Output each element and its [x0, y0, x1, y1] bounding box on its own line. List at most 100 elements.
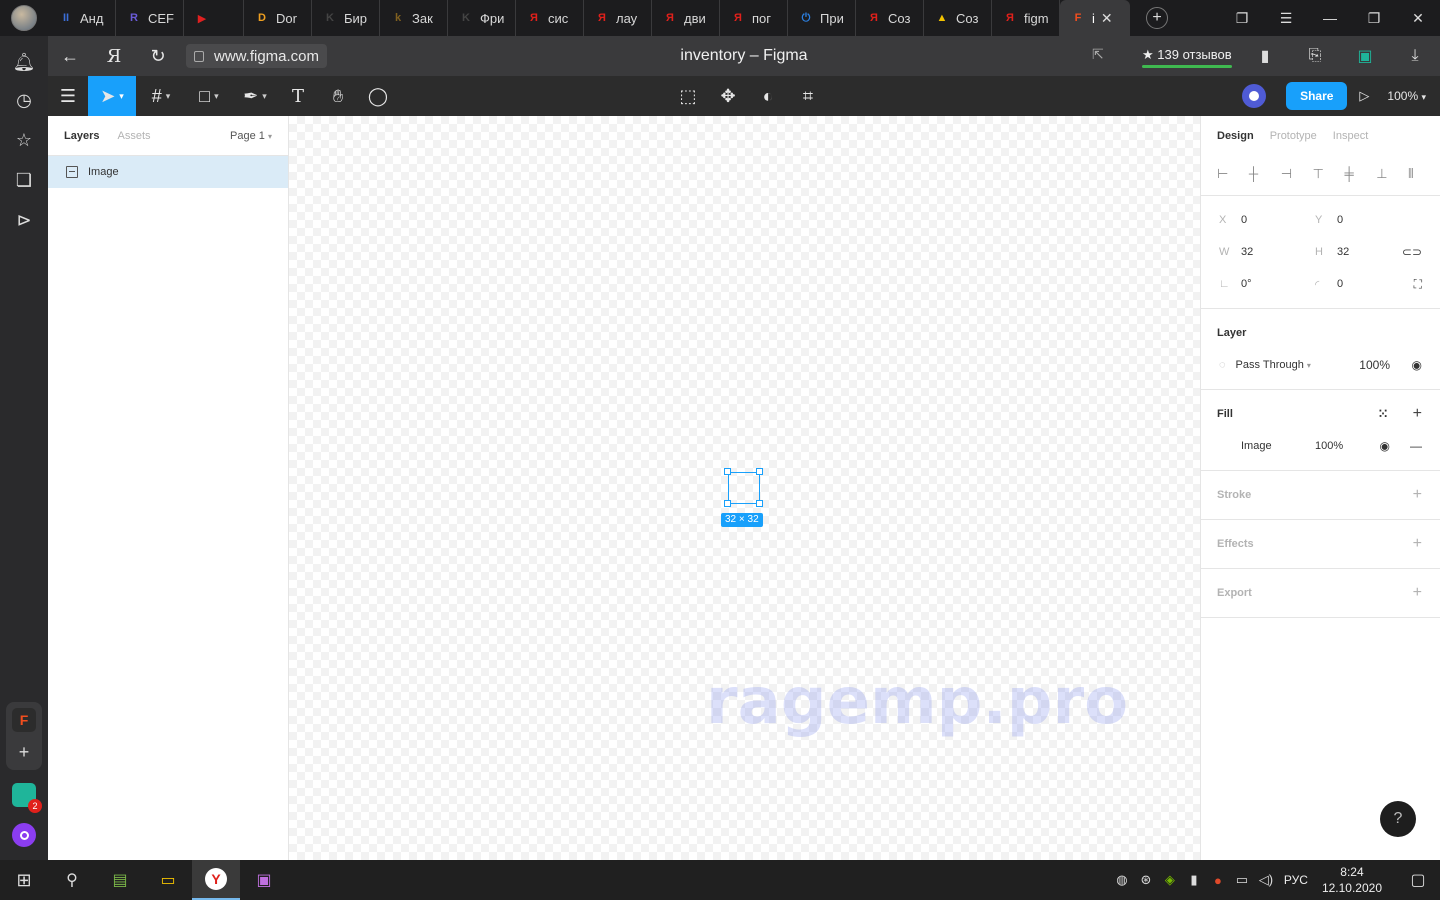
corner-radius-input[interactable]: 0 — [1337, 278, 1411, 290]
fill-opacity-input[interactable]: 100% — [1315, 440, 1343, 452]
hand-tool-button[interactable]: ✋︎ — [318, 76, 358, 116]
user-avatar[interactable] — [1242, 84, 1267, 108]
resize-handle-bottom-left[interactable] — [724, 500, 731, 507]
move-tool-button[interactable]: ➤ ▾ — [88, 76, 136, 116]
align-left-icon[interactable]: ⊢ — [1217, 166, 1249, 182]
browser-tab[interactable]: Ялау — [584, 0, 652, 36]
height-input[interactable]: 32 — [1337, 246, 1411, 258]
history-icon[interactable]: ◷ — [12, 88, 36, 112]
search-icon[interactable]: ⚲ — [48, 860, 96, 900]
canvas[interactable]: 32 × 32 — [289, 116, 1200, 860]
alice-assistant-icon[interactable] — [12, 823, 36, 847]
browser-tab[interactable]: D Dor — [244, 0, 312, 36]
volume-tray-icon[interactable]: ◁) — [1254, 872, 1278, 888]
notifications-icon[interactable]: ▢ — [1396, 870, 1440, 890]
share-button[interactable]: Share — [1286, 82, 1348, 110]
restore-button[interactable]: ❐ — [1352, 10, 1396, 27]
steam-tray-icon[interactable]: ⊛ — [1134, 872, 1158, 888]
download-icon[interactable]: ⤓ — [1390, 47, 1440, 65]
network-tray-icon[interactable]: ▭ — [1230, 872, 1254, 888]
comment-tool-button[interactable]: ◯ — [358, 76, 398, 116]
tab-design[interactable]: Design — [1217, 130, 1254, 142]
discord-taskbar-icon[interactable]: ▣ — [240, 860, 288, 900]
help-button[interactable]: ? — [1380, 801, 1416, 837]
contrast-icon[interactable]: ◐ — [748, 76, 788, 116]
bell-icon[interactable]: 🔔︎ — [12, 50, 36, 74]
browser-tab[interactable]: k Зак — [380, 0, 448, 36]
browser-tab[interactable]: Ядви — [652, 0, 720, 36]
styles-grid-icon[interactable]: ⁙ — [1378, 407, 1388, 421]
rotation-input[interactable]: 0° — [1241, 278, 1315, 290]
resize-handle-top-right[interactable] — [756, 468, 763, 475]
tab-layers[interactable]: Layers — [64, 130, 99, 142]
browser-tab[interactable]: Яfigm — [992, 0, 1060, 36]
present-play-icon[interactable]: ▷ — [1359, 88, 1369, 104]
collections-icon[interactable]: ❏ — [12, 168, 36, 192]
constrain-proportions-icon[interactable]: ⊂⊃ — [1402, 245, 1422, 259]
profile-avatar[interactable] — [0, 0, 48, 36]
tab-prototype[interactable]: Prototype — [1270, 130, 1317, 142]
bookmark-icon[interactable]: ▮ — [1240, 46, 1290, 66]
browser-tab[interactable]: II Анд — [48, 0, 116, 36]
resize-handle-bottom-right[interactable] — [756, 500, 763, 507]
width-input[interactable]: 32 — [1241, 246, 1315, 258]
resize-handle-top-left[interactable] — [724, 468, 731, 475]
browser-tab[interactable]: Япог — [720, 0, 788, 36]
microphone-tray-icon[interactable]: ▮ — [1182, 872, 1206, 888]
browser-tab[interactable]: Fi ✕ — [1060, 0, 1130, 36]
mask-icon[interactable]: ⬚ — [668, 76, 708, 116]
browser-tab[interactable]: R CEF — [116, 0, 184, 36]
zoom-dropdown[interactable]: 100% ▾ — [1387, 89, 1426, 103]
browser-tab[interactable]: K Бир — [312, 0, 380, 36]
new-tab-button[interactable]: + — [1146, 7, 1168, 29]
fill-type-label[interactable]: Image — [1241, 440, 1315, 452]
file-explorer-icon[interactable]: ▭ — [144, 860, 192, 900]
messenger-app-icon[interactable]: 2 — [12, 783, 42, 813]
app-tray-icon[interactable]: ● — [1206, 873, 1230, 888]
x-input[interactable]: 0 — [1241, 214, 1315, 226]
frame-tool-button[interactable]: # ▾ — [136, 76, 186, 116]
eye-icon[interactable]: ◉ — [1412, 358, 1422, 372]
browser-tab[interactable]: Ясис — [516, 0, 584, 36]
browser-tab[interactable]: ⏻ При — [788, 0, 856, 36]
clock[interactable]: 8:24 12.10.2020 — [1322, 864, 1382, 896]
add-app-icon[interactable]: + — [12, 740, 36, 764]
browser-tab[interactable]: ▶ — [184, 0, 244, 36]
distribute-icon[interactable]: ⫴ — [1408, 166, 1440, 182]
y-input[interactable]: 0 — [1337, 214, 1411, 226]
align-bottom-icon[interactable]: ⊥ — [1376, 166, 1408, 182]
tab-assets[interactable]: Assets — [117, 130, 150, 142]
extension-icon[interactable]: ▣ — [1340, 46, 1390, 66]
pen-tool-button[interactable]: ✒ ▾ — [232, 76, 278, 116]
align-vertical-center-icon[interactable]: ╪ — [1344, 166, 1376, 181]
add-fill-icon[interactable]: + — [1413, 405, 1422, 423]
add-stroke-icon[interactable]: + — [1413, 486, 1422, 504]
close-window-button[interactable]: ✕ — [1396, 10, 1440, 27]
close-tab-icon[interactable]: ✕ — [1101, 10, 1113, 27]
align-top-icon[interactable]: ⊤ — [1313, 166, 1345, 182]
notepad-app-icon[interactable]: ▤ — [96, 860, 144, 900]
shape-tool-button[interactable]: □ ▾ — [186, 76, 232, 116]
tabs-overview-icon[interactable]: ❐ — [1220, 10, 1264, 27]
play-circle-icon[interactable]: ⊳ — [12, 208, 36, 232]
main-menu-icon[interactable]: ☰ — [48, 76, 88, 116]
crop-icon[interactable]: ⌗ — [788, 76, 828, 116]
page-selector[interactable]: Page 1 ▾ — [230, 130, 272, 142]
language-indicator[interactable]: РУС — [1284, 873, 1308, 887]
reader-icon[interactable]: ⎘ — [1290, 47, 1340, 65]
reload-icon[interactable]: ↻ — [136, 46, 180, 67]
align-right-icon[interactable]: ⊣ — [1281, 166, 1313, 182]
tab-inspect[interactable]: Inspect — [1333, 130, 1368, 142]
yandex-browser-taskbar-icon[interactable]: Y — [192, 860, 240, 900]
star-icon[interactable]: ☆ — [12, 128, 36, 152]
blend-mode-dropdown[interactable]: Pass Through ▾ — [1236, 359, 1311, 371]
url-field[interactable]: www.figma.com — [186, 44, 328, 68]
share-page-icon[interactable]: ⇱ — [1092, 46, 1104, 63]
independent-corners-icon[interactable]: ⛶ — [1414, 277, 1422, 292]
discord-tray-icon[interactable]: ◍ — [1110, 872, 1134, 888]
layer-opacity-input[interactable]: 100% — [1359, 358, 1390, 372]
browser-tab[interactable]: Я Соз — [856, 0, 924, 36]
text-tool-button[interactable]: T — [278, 76, 318, 116]
browser-tab[interactable]: K Фри — [448, 0, 516, 36]
reviews-badge[interactable]: ★ 139 отзывов — [1142, 42, 1232, 68]
